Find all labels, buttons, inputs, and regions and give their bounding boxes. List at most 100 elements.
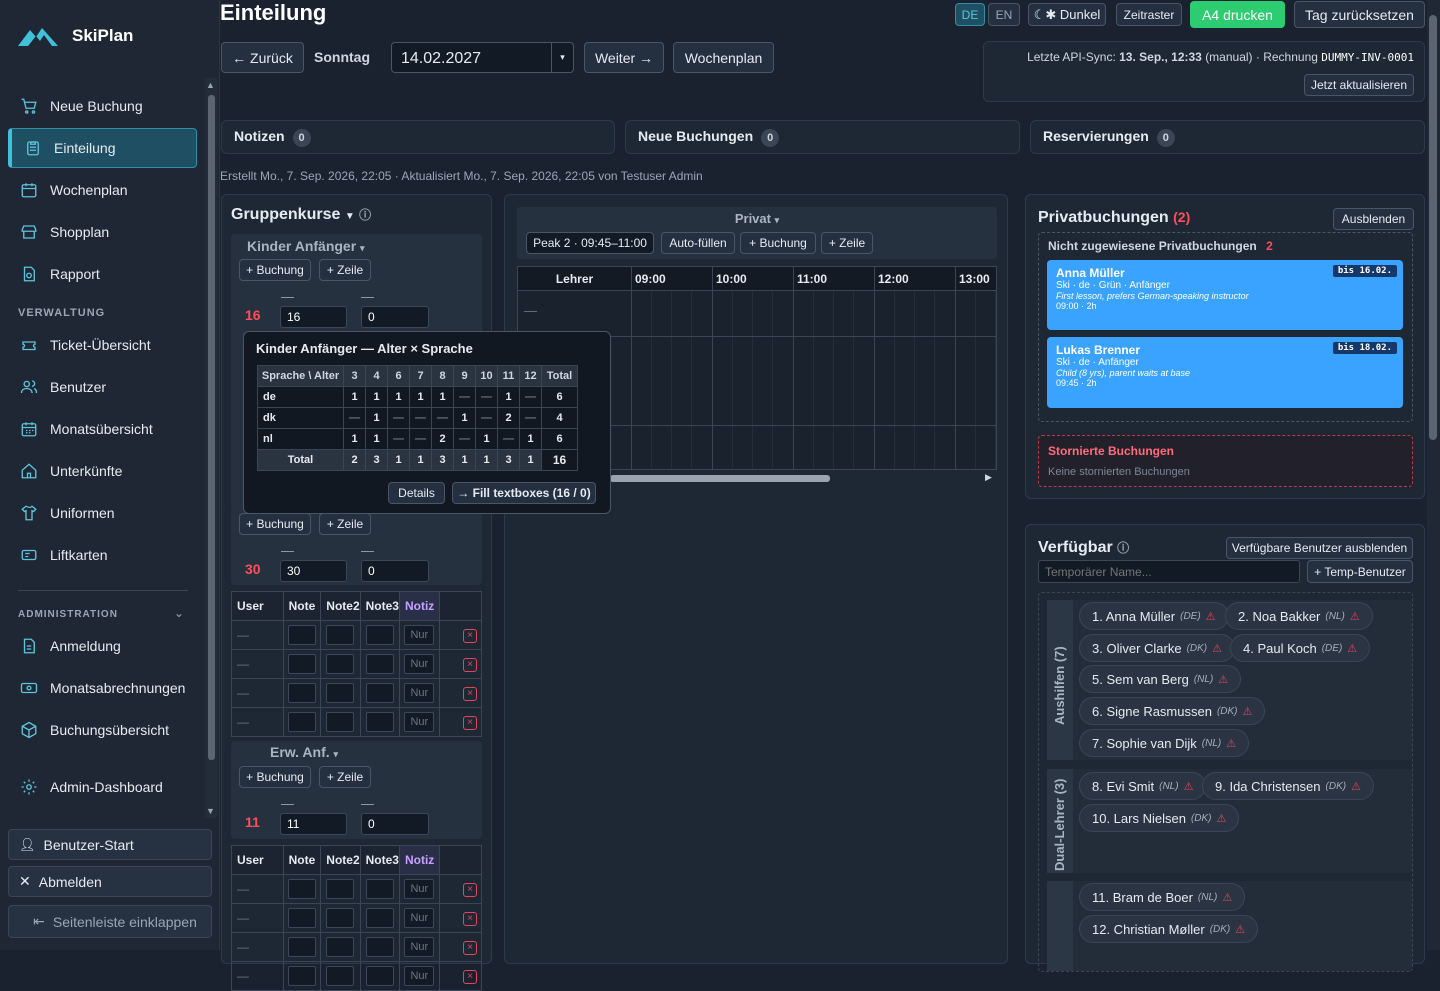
- tab-reservations[interactable]: Reservierungen 0: [1030, 120, 1425, 154]
- note-input[interactable]: [287, 712, 316, 732]
- user-start-button[interactable]: 👤︎ Benutzer-Start: [8, 829, 212, 860]
- group-name[interactable]: Kinder Anfänger ▾: [247, 238, 365, 254]
- group-name[interactable]: Erw. Anf. ▾: [270, 744, 338, 760]
- chevron-down-icon[interactable]: ⌄: [174, 606, 184, 620]
- delete-row-icon[interactable]: ×: [463, 883, 477, 897]
- fill-textboxes-button[interactable]: → Fill textboxes (16 / 0): [452, 482, 596, 504]
- private-title[interactable]: Privat ▾: [517, 211, 997, 226]
- dark-mode-button[interactable]: ☾✱ Dunkel: [1028, 3, 1106, 26]
- next-button[interactable]: Weiter →: [584, 42, 664, 73]
- note-input[interactable]: [287, 654, 316, 674]
- delete-row-icon[interactable]: ×: [463, 658, 477, 672]
- note-input[interactable]: [287, 908, 316, 928]
- temp-name-input[interactable]: [1038, 560, 1300, 583]
- nav-admin-dashboard[interactable]: Admin-Dashboard: [8, 767, 197, 807]
- nav-rapport[interactable]: Rapport: [8, 254, 197, 294]
- reset-day-button[interactable]: Tag zurücksetzen: [1294, 1, 1425, 28]
- available-user-chip[interactable]: 5. Sem van Berg (NL) ⚠: [1079, 665, 1242, 693]
- print-button[interactable]: A4 drucken: [1190, 1, 1285, 28]
- available-user-chip[interactable]: 3. Oliver Clarke (DK) ⚠: [1079, 634, 1236, 662]
- autofill-button[interactable]: Auto-füllen: [661, 232, 735, 254]
- note-input[interactable]: [326, 908, 355, 928]
- count-input-1[interactable]: 11: [280, 813, 347, 835]
- available-user-chip[interactable]: 8. Evi Smit (NL) ⚠: [1079, 772, 1207, 800]
- available-user-chip[interactable]: 7. Sophie van Dijk (NL) ⚠: [1079, 729, 1250, 757]
- notiz-input[interactable]: Nur: [404, 879, 435, 899]
- nav-neue-buchung[interactable]: Neue Buchung: [8, 86, 197, 126]
- note-input[interactable]: [287, 879, 316, 899]
- date-dropdown-icon[interactable]: ▾: [551, 43, 573, 72]
- note-input[interactable]: [365, 625, 394, 645]
- user-cell[interactable]: —: [231, 961, 284, 991]
- tab-notes[interactable]: Notizen 0: [221, 120, 615, 154]
- nav-monatsabrechnungen[interactable]: Monatsabrechnungen: [8, 668, 197, 708]
- nav-uniformen[interactable]: Uniformen: [8, 493, 197, 533]
- nav-buchungsuebersicht[interactable]: Buchungsübersicht: [8, 710, 197, 750]
- hide-available-button[interactable]: Verfügbare Benutzer ausblenden: [1226, 537, 1413, 559]
- available-user-chip[interactable]: 10. Lars Nielsen (DK) ⚠: [1079, 804, 1240, 832]
- add-booking-button[interactable]: + Buchung: [239, 766, 311, 788]
- delete-row-icon[interactable]: ×: [463, 687, 477, 701]
- count-input-1[interactable]: 30: [280, 560, 347, 582]
- hide-private-button[interactable]: Ausblenden: [1333, 208, 1414, 230]
- private-booking-card[interactable]: Anna Müller Ski · de · Grün · Anfänger F…: [1047, 260, 1403, 330]
- nav-monatsuebersicht[interactable]: Monatsübersicht: [8, 409, 197, 449]
- back-button[interactable]: ← Zurück: [221, 42, 304, 73]
- note-input[interactable]: [326, 966, 355, 986]
- user-cell[interactable]: —: [231, 649, 284, 679]
- count-input-2[interactable]: 0: [361, 813, 429, 835]
- user-cell[interactable]: —: [231, 678, 284, 708]
- details-button[interactable]: Details: [388, 482, 445, 504]
- delete-row-icon[interactable]: ×: [463, 941, 477, 955]
- available-user-chip[interactable]: 12. Christian Møller (DK) ⚠: [1079, 915, 1259, 943]
- count-input-2[interactable]: 0: [361, 560, 429, 582]
- app-logo[interactable]: SkiPlan: [18, 24, 133, 48]
- nav-ticket-uebersicht[interactable]: Ticket-Übersicht: [8, 325, 197, 365]
- add-row-button[interactable]: + Zeile: [319, 259, 371, 281]
- add-private-row-button[interactable]: + Zeile: [821, 232, 873, 254]
- note-input[interactable]: [365, 683, 394, 703]
- add-private-booking-button[interactable]: + Buchung: [740, 232, 816, 254]
- nav-liftkarten[interactable]: Liftkarten: [8, 535, 197, 575]
- add-row-button[interactable]: + Zeile: [319, 513, 371, 535]
- note-input[interactable]: [365, 908, 394, 928]
- available-user-chip[interactable]: 6. Signe Rasmussen (DK) ⚠: [1079, 697, 1266, 725]
- count-input-1[interactable]: 16: [280, 306, 347, 328]
- sidebar-scroll-thumb[interactable]: [208, 95, 215, 760]
- user-cell[interactable]: —: [231, 620, 284, 650]
- info-icon[interactable]: ⓘ: [1117, 541, 1129, 555]
- notiz-input[interactable]: Nur: [404, 966, 435, 986]
- note-input[interactable]: [326, 712, 355, 732]
- delete-row-icon[interactable]: ×: [463, 629, 477, 643]
- note-input[interactable]: [326, 654, 355, 674]
- add-booking-button[interactable]: + Buchung: [239, 513, 311, 535]
- add-temp-user-button[interactable]: + Temp-Benutzer: [1307, 560, 1413, 583]
- count-input-2[interactable]: 0: [361, 306, 429, 328]
- note-input[interactable]: [365, 966, 394, 986]
- user-cell[interactable]: —: [231, 932, 284, 962]
- note-input[interactable]: [287, 683, 316, 703]
- nav-wochenplan[interactable]: Wochenplan: [8, 170, 197, 210]
- available-user-chip[interactable]: 4. Paul Koch (DE) ⚠: [1230, 634, 1371, 662]
- note-input[interactable]: [287, 966, 316, 986]
- available-user-chip[interactable]: 2. Noa Bakker (NL) ⚠: [1225, 602, 1373, 630]
- nav-shopplan[interactable]: Shopplan: [8, 212, 197, 252]
- note-input[interactable]: [365, 879, 394, 899]
- user-cell[interactable]: —: [231, 903, 284, 933]
- notiz-input[interactable]: Nur: [404, 712, 435, 732]
- private-booking-card[interactable]: Lukas Brenner Ski · de · Anfänger Child …: [1047, 337, 1403, 408]
- date-picker[interactable]: 14.02.2027 ▾: [391, 42, 574, 73]
- zeitraster-button[interactable]: Zeitraster: [1116, 3, 1182, 26]
- available-user-chip[interactable]: 9. Ida Christensen (DK) ⚠: [1202, 772, 1374, 800]
- note-input[interactable]: [365, 937, 394, 957]
- note-input[interactable]: [287, 625, 316, 645]
- note-input[interactable]: [287, 937, 316, 957]
- scroll-down-icon[interactable]: ▼: [206, 806, 215, 816]
- delete-row-icon[interactable]: ×: [463, 716, 477, 730]
- user-cell[interactable]: —: [231, 874, 284, 904]
- notiz-input[interactable]: Nur: [404, 683, 435, 703]
- lang-de-button[interactable]: DE: [955, 3, 985, 26]
- refresh-button[interactable]: Jetzt aktualisieren: [1304, 74, 1414, 96]
- nav-einteilung[interactable]: Einteilung: [8, 128, 197, 168]
- available-user-chip[interactable]: 11. Bram de Boer (NL) ⚠: [1079, 883, 1246, 911]
